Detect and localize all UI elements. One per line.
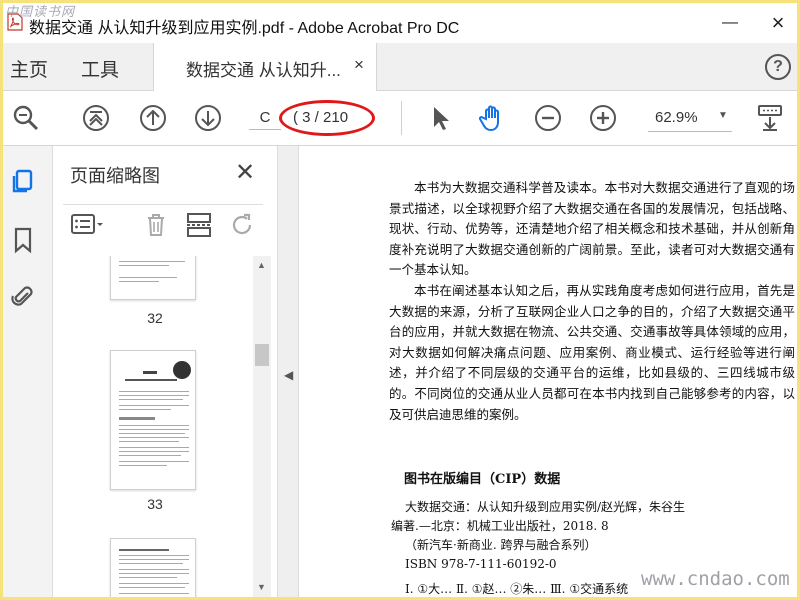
scroll-down-arrow-icon[interactable]: ▼ bbox=[257, 582, 266, 592]
select-arrow-icon[interactable] bbox=[425, 103, 455, 133]
bookmark-icon[interactable] bbox=[10, 226, 36, 254]
document-paragraph: 本书为大数据交通科学普及读本。本书对大数据交通进行了直观的场景式描述，以全球视野… bbox=[389, 180, 795, 278]
tab-home[interactable]: 主页 bbox=[10, 55, 48, 82]
zoom-out-icon[interactable] bbox=[533, 103, 563, 133]
hand-tool-icon[interactable] bbox=[477, 103, 507, 133]
keyboard-scroll-icon[interactable] bbox=[755, 103, 785, 133]
options-menu-icon[interactable] bbox=[71, 211, 105, 239]
cip-line: （新汽车·新商业. 跨界与融合系列） bbox=[405, 538, 597, 552]
attachment-icon[interactable] bbox=[10, 283, 36, 311]
panel-toolbar bbox=[63, 204, 263, 244]
thumbnail-scrollbar[interactable]: ▲ ▼ bbox=[253, 256, 271, 597]
thumbnail-page-number: 32 bbox=[147, 310, 163, 326]
scroll-up-arrow-icon[interactable]: ▲ bbox=[257, 260, 266, 270]
help-icon[interactable]: ? bbox=[765, 54, 791, 80]
thumbnail-panel: 页面缩略图 ✕ 32 33 ▲ ▼ bbox=[53, 146, 277, 597]
rotate-page-icon[interactable] bbox=[229, 211, 257, 239]
page-thumbnail[interactable] bbox=[110, 350, 196, 490]
toolbar-divider bbox=[401, 101, 402, 135]
tab-document[interactable]: 数据交通 从认知升... × bbox=[153, 43, 377, 91]
page-number-input[interactable]: C bbox=[249, 106, 281, 130]
cip-line: 编著.—北京：机械工业出版社，2018. 8 bbox=[391, 519, 609, 533]
page-thumbnail[interactable] bbox=[110, 538, 196, 597]
tab-tools[interactable]: 工具 bbox=[81, 55, 119, 82]
zoom-in-icon[interactable] bbox=[588, 103, 618, 133]
zoom-search-icon[interactable] bbox=[11, 103, 41, 133]
minimize-button[interactable]: — bbox=[715, 9, 745, 37]
zoom-level-select[interactable]: 62.9% ▼ bbox=[648, 106, 732, 132]
page-thumbnails-icon[interactable] bbox=[10, 168, 36, 196]
panel-collapse-strip[interactable]: ◀ bbox=[277, 146, 299, 597]
cip-heading: 图书在版编目（CIP）数据 bbox=[404, 472, 561, 487]
zoom-level-value: 62.9% bbox=[655, 109, 698, 126]
acrobat-window: 中国读书网 数据交通 从认知升级到应用实例.pdf - Adobe Acroba… bbox=[3, 3, 797, 597]
document-tab-label: 数据交通 从认知升... bbox=[186, 61, 341, 80]
thumbnail-page-number: 33 bbox=[147, 496, 163, 512]
chevron-down-icon: ▼ bbox=[718, 110, 728, 121]
document-view[interactable]: 本书为大数据交通科学普及读本。本书对大数据交通进行了直观的场景式描述，以全球视野… bbox=[299, 146, 797, 597]
document-body: 本书为大数据交通科学普及读本。本书对大数据交通进行了直观的场景式描述，以全球视野… bbox=[389, 178, 795, 425]
close-tab-icon[interactable]: × bbox=[354, 55, 364, 75]
document-paragraph: 本书在阐述基本认知之后，再从实践角度考虑如何进行应用，首先是大数据的来源，分析了… bbox=[389, 282, 795, 422]
collapse-left-arrow-icon[interactable]: ◀ bbox=[284, 368, 293, 382]
highlight-annotation-oval bbox=[279, 100, 375, 136]
window-title: 数据交通 从认知升级到应用实例.pdf - Adobe Acrobat Pro … bbox=[29, 20, 460, 37]
watermark-bottom: www.cndao.com bbox=[641, 568, 790, 590]
tab-bar: 主页 工具 数据交通 从认知升... × ? bbox=[3, 43, 797, 91]
cip-line: 大数据交通：从认知升级到应用实例/赵光辉，朱谷生 bbox=[405, 500, 686, 514]
thumbnail-list: 32 33 bbox=[53, 256, 263, 597]
extract-pages-icon[interactable] bbox=[185, 211, 213, 239]
window-close-button[interactable]: × bbox=[763, 9, 793, 37]
scrollbar-thumb[interactable] bbox=[255, 344, 269, 366]
title-bar: 中国读书网 数据交通 从认知升级到应用实例.pdf - Adobe Acroba… bbox=[3, 3, 797, 43]
panel-title: 页面缩略图 bbox=[70, 166, 160, 186]
delete-page-icon[interactable] bbox=[143, 211, 169, 239]
previous-page-icon[interactable] bbox=[138, 103, 168, 133]
toolbar: C ( 3 / 210 62.9% ▼ bbox=[3, 91, 797, 146]
page-thumbnail[interactable] bbox=[110, 256, 196, 300]
next-page-icon[interactable] bbox=[193, 103, 223, 133]
first-page-icon[interactable] bbox=[81, 103, 111, 133]
close-panel-icon[interactable]: ✕ bbox=[235, 158, 255, 187]
navigation-rail bbox=[3, 146, 53, 597]
